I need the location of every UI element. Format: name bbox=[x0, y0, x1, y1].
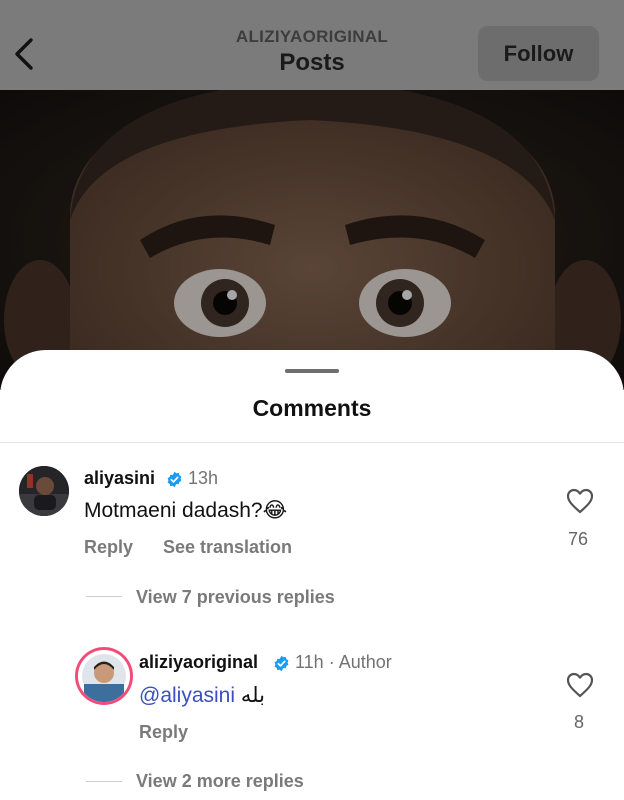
verified-badge-icon bbox=[167, 471, 182, 488]
see-translation-button[interactable]: See translation bbox=[163, 537, 292, 558]
divider bbox=[0, 442, 624, 443]
reply-time: 11h bbox=[295, 652, 324, 672]
top-nav-bar: ALIZIYAORIGINAL Posts Follow bbox=[0, 0, 624, 90]
thread-line bbox=[86, 596, 122, 597]
comments-title: Comments bbox=[252, 395, 372, 421]
reply-body: بله bbox=[240, 684, 265, 707]
comment-username[interactable]: aliyasini bbox=[84, 468, 155, 489]
heart-icon[interactable] bbox=[566, 672, 594, 698]
thread-line bbox=[86, 781, 122, 782]
reply-button[interactable]: Reply bbox=[139, 722, 188, 743]
like-count: 8 bbox=[574, 712, 585, 732]
comments-sheet: Comments bbox=[0, 350, 624, 800]
like-count: 76 bbox=[568, 529, 589, 549]
comment-time: 13h bbox=[188, 468, 219, 488]
reply-text: @aliyasini بله bbox=[139, 683, 265, 708]
verified-badge-icon bbox=[274, 655, 289, 672]
view-more-replies-button[interactable]: View 2 more replies bbox=[136, 771, 304, 792]
author-badge: Author bbox=[338, 652, 392, 672]
sheet-drag-handle[interactable] bbox=[285, 369, 339, 373]
comment-body: Motmaeni dadash? bbox=[84, 499, 263, 522]
meta-separator: · bbox=[328, 652, 335, 672]
reply-username[interactable]: aliziyaoriginal bbox=[139, 652, 258, 673]
avatar[interactable] bbox=[19, 466, 69, 516]
reply-button[interactable]: Reply bbox=[84, 537, 133, 558]
reply-meta: 11h · Author bbox=[295, 652, 392, 673]
follow-button[interactable]: Follow bbox=[478, 26, 599, 81]
heart-icon[interactable] bbox=[566, 488, 594, 514]
comment-text: Motmaeni dadash?😂 bbox=[84, 498, 287, 523]
view-previous-replies-button[interactable]: View 7 previous replies bbox=[136, 587, 335, 608]
post-image[interactable] bbox=[0, 90, 624, 390]
laughing-emoji-icon: 😂 bbox=[262, 499, 288, 522]
avatar[interactable] bbox=[78, 650, 130, 702]
mention-link[interactable]: @aliyasini bbox=[139, 684, 235, 707]
